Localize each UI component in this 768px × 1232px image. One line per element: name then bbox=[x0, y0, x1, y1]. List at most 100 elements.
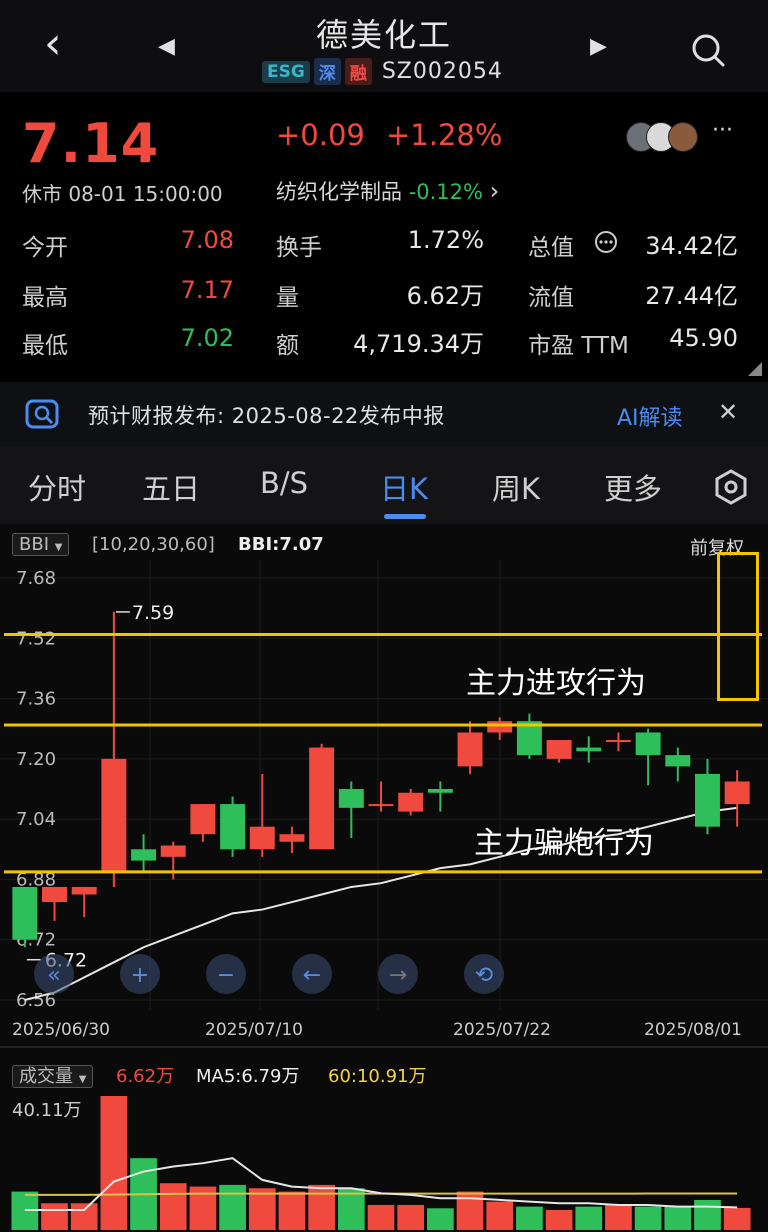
volume-bar bbox=[694, 1199, 721, 1230]
zoom-in-icon[interactable]: + bbox=[120, 954, 160, 994]
volume-bar bbox=[41, 1203, 68, 1230]
stat-label: 最低 bbox=[22, 333, 68, 359]
x-tick-label: 2025/07/22 bbox=[453, 1020, 551, 1040]
sector-name: 纺织化学制品 bbox=[276, 180, 402, 204]
stat-label: 换手 bbox=[276, 235, 322, 261]
settings-icon[interactable] bbox=[712, 468, 750, 506]
volume-indicator-select[interactable]: 成交量 ▼ bbox=[12, 1062, 94, 1088]
volume-ma60: 60:10.91万 bbox=[328, 1066, 427, 1087]
divider bbox=[0, 1046, 768, 1048]
control-button-glyph: ⟲ bbox=[475, 963, 493, 988]
arrow-right-icon[interactable]: → bbox=[378, 954, 418, 994]
active-tab-indicator bbox=[384, 514, 426, 519]
tab-intraday[interactable]: 分时 bbox=[28, 466, 86, 508]
stat-value: 6.62万 bbox=[406, 282, 484, 310]
control-button-glyph: ← bbox=[303, 963, 321, 988]
reset-icon[interactable]: ⟲ bbox=[464, 954, 504, 994]
expand-corner-icon[interactable] bbox=[748, 362, 762, 376]
volume-bar bbox=[308, 1184, 335, 1230]
tab-daily-k[interactable]: 日K bbox=[380, 466, 428, 508]
volume-bar bbox=[575, 1206, 603, 1230]
volume-indicator-name: 成交量 bbox=[19, 1066, 73, 1087]
candle-body bbox=[427, 789, 453, 793]
volume-bar bbox=[516, 1206, 543, 1230]
volume-bar bbox=[219, 1184, 246, 1230]
exchange-badge: 深 bbox=[313, 58, 341, 85]
tab-weekly-k[interactable]: 周K bbox=[492, 466, 540, 508]
chart-tabs: 分时 五日 B/S 日K 周K 更多 bbox=[0, 446, 768, 524]
candle-body bbox=[457, 732, 483, 767]
volume-bar bbox=[159, 1183, 187, 1230]
control-button-glyph: → bbox=[389, 963, 407, 988]
indicator-select[interactable]: BBI ▼ bbox=[12, 533, 70, 556]
calendar-icon bbox=[25, 399, 59, 429]
sector-pct: -0.12% bbox=[408, 180, 483, 204]
close-icon[interactable]: ✕ bbox=[718, 398, 738, 426]
stat-value: 45.90 bbox=[669, 324, 738, 352]
volume-bar bbox=[278, 1191, 306, 1230]
zoom-out-icon[interactable]: − bbox=[206, 954, 246, 994]
candlestick-chart[interactable]: 7.687.527.367.207.046.886.726.567.596.72… bbox=[0, 560, 768, 1010]
volume-today: 6.62万 bbox=[116, 1066, 175, 1087]
stat-label: 最高 bbox=[22, 285, 68, 311]
volume-bar bbox=[605, 1204, 632, 1230]
avatar bbox=[668, 122, 698, 152]
candle-body bbox=[665, 755, 691, 767]
arrow-left-icon[interactable]: ← bbox=[292, 954, 332, 994]
price-change-pct: +1.28% bbox=[386, 118, 503, 152]
volume-chart[interactable]: 40.11万 bbox=[0, 1090, 768, 1232]
ai-interpret-button[interactable]: AI解读 bbox=[617, 400, 683, 432]
volume-bar bbox=[723, 1207, 751, 1230]
y-tick-label: 7.04 bbox=[16, 809, 56, 830]
caret-down-icon: ▼ bbox=[54, 542, 63, 553]
candle-body bbox=[160, 845, 186, 857]
stat-value: 7.02 bbox=[180, 324, 234, 352]
x-tick-label: 2025/08/01 bbox=[644, 1020, 742, 1040]
candle-body bbox=[605, 740, 631, 743]
y-tick-label: 7.20 bbox=[16, 749, 56, 770]
x-tick-label: 2025/07/10 bbox=[205, 1020, 303, 1040]
indicator-params: [10,20,30,60] bbox=[92, 534, 215, 555]
y-tick-label: 7.36 bbox=[16, 689, 56, 710]
volume-bar bbox=[486, 1201, 514, 1230]
chevron-right-icon: › bbox=[489, 177, 500, 205]
price-change: +0.09 bbox=[276, 118, 365, 152]
earnings-banner[interactable]: 预计财报发布: 2025-08-22发布中报 AI解读 ✕ bbox=[0, 382, 768, 446]
candle-body bbox=[487, 721, 513, 733]
sector-link[interactable]: 纺织化学制品 -0.12% › bbox=[276, 176, 499, 206]
candle-body bbox=[309, 747, 335, 850]
stat-value: 34.42亿 bbox=[645, 232, 738, 260]
tab-five-day[interactable]: 五日 bbox=[142, 466, 200, 508]
high-label: 7.59 bbox=[132, 602, 174, 624]
candle-body bbox=[546, 740, 572, 759]
candle-body bbox=[338, 789, 364, 808]
candle-body bbox=[576, 747, 602, 752]
stock-badges: ESG 深 融 SZ002054 bbox=[262, 58, 503, 85]
candle-body bbox=[368, 804, 394, 807]
annotation-attack: 主力进攻行为 bbox=[466, 666, 646, 701]
stat-label: 今开 bbox=[22, 235, 68, 261]
candle-body bbox=[131, 849, 157, 861]
search-icon[interactable] bbox=[690, 32, 726, 68]
candle-body bbox=[12, 886, 38, 940]
more-icon[interactable]: ··· bbox=[712, 118, 733, 143]
esg-badge[interactable]: ESG bbox=[262, 60, 310, 83]
tab-bs[interactable]: B/S bbox=[260, 466, 308, 500]
double-chevron-left-icon[interactable]: « bbox=[34, 954, 74, 994]
indicator-value: BBI:7.07 bbox=[238, 534, 324, 555]
volume-max-label: 40.11万 bbox=[12, 1100, 82, 1121]
candle-body bbox=[398, 792, 424, 812]
candle-body bbox=[695, 773, 720, 827]
volume-bar bbox=[367, 1204, 395, 1230]
y-tick-label: 7.52 bbox=[16, 628, 56, 649]
annotation-fake: 主力骗炮行为 bbox=[474, 826, 654, 861]
community-avatars[interactable] bbox=[626, 120, 698, 152]
last-price: 7.14 bbox=[22, 112, 160, 175]
top-navbar: ‹ ◀ 德美化工 ESG 深 融 SZ002054 ▶ bbox=[0, 0, 768, 92]
stat-label: 量 bbox=[276, 285, 299, 311]
margin-badge: 融 bbox=[344, 58, 372, 85]
next-stock-icon[interactable]: ▶ bbox=[590, 34, 607, 59]
volume-bar bbox=[664, 1206, 692, 1230]
tab-more[interactable]: 更多 bbox=[604, 466, 662, 508]
volume-bar bbox=[634, 1206, 662, 1230]
